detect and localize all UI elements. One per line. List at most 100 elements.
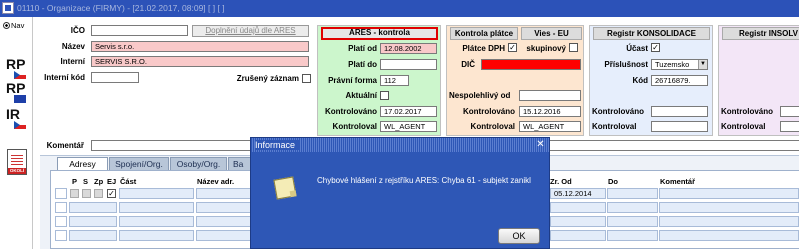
ares-plati-od-field[interactable]: 12.08.2002 <box>380 43 437 54</box>
row-komentar-cell[interactable] <box>659 188 799 199</box>
nazev-field[interactable]: Servis s.r.o. <box>91 41 309 52</box>
row-zr-od-cell[interactable] <box>550 202 606 213</box>
prislusnost-select[interactable]: Tuzemsko ▼ <box>651 59 708 70</box>
row-flags-cell[interactable] <box>69 230 117 241</box>
row-nazev-cell[interactable] <box>196 188 252 199</box>
ico-label: IČO <box>70 26 85 35</box>
row-selector[interactable] <box>55 230 67 241</box>
platce-dph-label: Plátce DPH <box>462 44 505 53</box>
rp-cz-label: RP <box>6 56 26 72</box>
skupinovy-checkbox[interactable] <box>569 43 578 52</box>
vat-panel: Kontrola plátce Vies - EU Plátce DPH ✓ s… <box>446 25 584 136</box>
konsolidace-kontrolovano-field[interactable] <box>651 106 708 117</box>
interni-kod-field[interactable] <box>91 72 139 83</box>
row-komentar-cell[interactable] <box>659 202 799 213</box>
kod-field[interactable]: 26716879. <box>651 75 708 86</box>
cz-flag-icon <box>14 71 26 79</box>
row-cast-cell[interactable] <box>119 202 194 213</box>
note-icon <box>273 176 297 200</box>
ares-plati-do-label: Platí do <box>348 60 377 69</box>
ares-aktualni-checkbox[interactable] <box>380 91 389 100</box>
rp-cz-button[interactable]: RP <box>6 57 28 79</box>
dic-field[interactable] <box>481 59 581 70</box>
row-cast-cell[interactable] <box>119 216 194 227</box>
interni-label: Interní <box>60 57 85 66</box>
ir-cz-button[interactable]: IR <box>6 107 28 129</box>
chevron-down-icon[interactable]: ▼ <box>698 60 707 69</box>
tab-osoby[interactable]: Osoby/Org. <box>170 157 227 170</box>
insolvence-kontrolovano-field[interactable] <box>780 106 799 117</box>
tab-spojeni[interactable]: Spojení/Org. <box>109 157 169 170</box>
row-nazev-cell[interactable] <box>196 216 252 227</box>
platce-dph-checkbox[interactable]: ✓ <box>508 43 517 52</box>
interni-field[interactable]: SERVIS S.R.O. <box>91 56 309 67</box>
insolvence-panel: Registr INSOLV Kontrolováno Kontroloval <box>718 25 799 136</box>
insolvence-kontroloval-field[interactable] <box>780 121 799 132</box>
row-selector[interactable] <box>55 188 67 199</box>
row-nazev-cell[interactable] <box>196 202 252 213</box>
row-s-checkbox[interactable] <box>82 189 91 198</box>
vat-kontroloval-label: Kontroloval <box>470 122 515 131</box>
dic-label: DIČ <box>461 60 475 69</box>
ares-fill-button[interactable]: Doplnění údajů dle ARES <box>192 25 309 37</box>
row-cast-cell[interactable] <box>119 188 194 199</box>
col-zp-header: Zp <box>94 177 104 186</box>
tab-banky[interactable]: Ba <box>228 157 252 170</box>
ares-plati-do-field[interactable] <box>380 59 437 70</box>
dialog-title: Informace <box>255 140 300 150</box>
row-komentar-cell[interactable] <box>659 230 799 241</box>
konsolidace-kontroloval-field[interactable] <box>651 121 708 132</box>
document-icon <box>11 153 23 167</box>
col-do-header: Do <box>608 177 618 186</box>
surroundings-button[interactable]: OKOLÍ <box>7 149 27 175</box>
konsolidace-panel: Registr KONSOLIDACE Účast ✓ Příslušnost … <box>589 25 713 136</box>
ares-kontroloval-field[interactable]: WL_AGENT <box>380 121 437 132</box>
row-flags-cell[interactable] <box>69 202 117 213</box>
ok-button[interactable]: OK <box>498 228 540 244</box>
nav-radio-label: Nav <box>11 21 25 30</box>
zruseny-label: Zrušený záznam <box>236 74 299 83</box>
dialog-title-bar[interactable]: Informace <box>251 138 549 152</box>
row-zr-od-cell[interactable] <box>550 230 606 241</box>
col-ej-header: EJ <box>107 177 117 186</box>
ares-plati-od-label: Platí od <box>348 44 377 53</box>
close-icon[interactable]: ✕ <box>535 140 546 150</box>
row-do-cell[interactable] <box>607 216 658 227</box>
row-do-cell[interactable] <box>607 230 658 241</box>
ucast-checkbox[interactable]: ✓ <box>651 43 660 52</box>
kod-label: Kód <box>632 76 648 85</box>
row-selector[interactable] <box>55 202 67 213</box>
row-do-cell[interactable] <box>607 188 658 199</box>
row-p-checkbox[interactable] <box>70 189 79 198</box>
rp-eu-button[interactable]: RP <box>6 81 28 103</box>
vat-kontroloval-field[interactable]: WL_AGENT <box>519 121 581 132</box>
komentar-label: Komentář <box>46 141 84 150</box>
row-zr-od-cell[interactable] <box>550 216 606 227</box>
vat-kontrolovano-label: Kontrolováno <box>463 107 515 116</box>
nespolehlivy-label: Nespolehlivý od <box>449 91 511 100</box>
row-komentar-cell[interactable] <box>659 216 799 227</box>
ares-pravni-forma-label: Právní forma <box>328 76 377 85</box>
vat-kontrolovano-field[interactable]: 15.12.2016 <box>519 106 581 117</box>
ares-panel-title: ARES - kontrola <box>321 27 438 40</box>
row-cast-cell[interactable] <box>119 230 194 241</box>
row-ej-checkbox[interactable]: ✓ <box>107 189 116 198</box>
tab-adresy[interactable]: Adresy <box>57 157 108 170</box>
row-selector[interactable] <box>55 216 67 227</box>
ares-aktualni-label: Aktuální <box>345 91 377 100</box>
col-s-header: S <box>83 177 89 186</box>
prislusnost-label: Příslušnost <box>604 60 648 69</box>
insolvence-panel-title: Registr INSOLV <box>722 27 799 40</box>
ico-field[interactable] <box>91 25 188 36</box>
ares-pravni-forma-field[interactable]: 112 <box>380 75 409 86</box>
nespolehlivy-field[interactable] <box>519 90 581 101</box>
row-flags-cell[interactable] <box>69 216 117 227</box>
zruseny-checkbox[interactable] <box>302 74 311 83</box>
row-zr-od-cell[interactable]: 05.12.2014 <box>550 188 606 199</box>
nav-radio[interactable]: Nav <box>3 21 24 30</box>
row-nazev-cell[interactable] <box>196 230 252 241</box>
row-zp-checkbox[interactable] <box>94 189 103 198</box>
ok-button-label: OK <box>512 231 526 241</box>
ares-kontrolovano-field[interactable]: 17.02.2017 <box>380 106 437 117</box>
row-do-cell[interactable] <box>607 202 658 213</box>
